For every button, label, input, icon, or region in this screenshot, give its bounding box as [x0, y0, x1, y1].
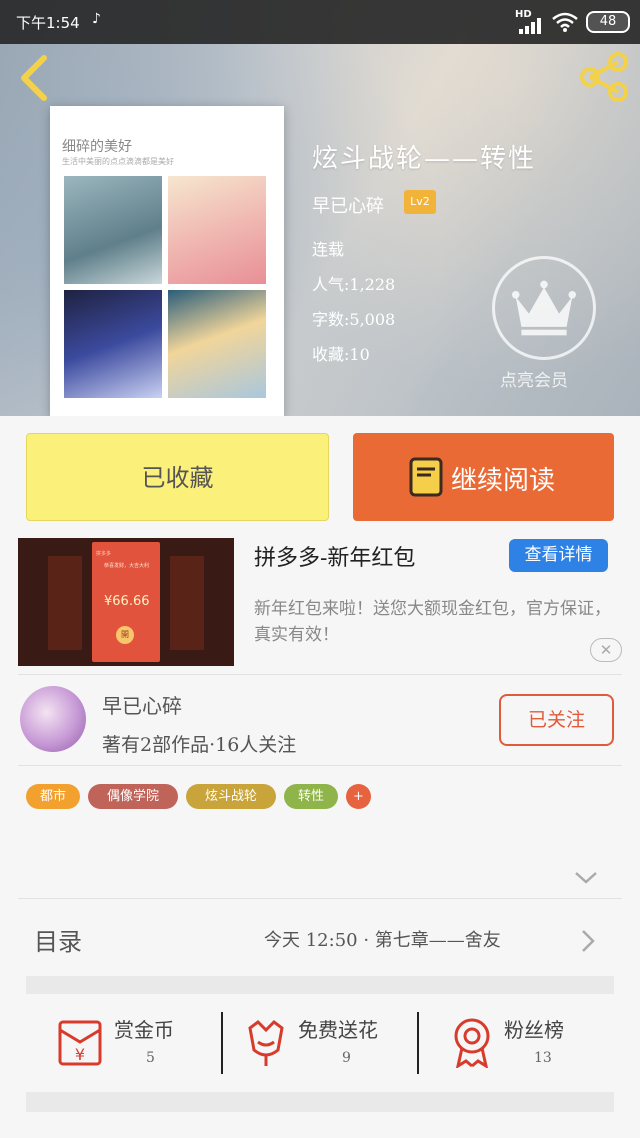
cover-artwork — [64, 176, 266, 398]
send-flowers-button[interactable]: 免费送花 9 — [242, 1010, 412, 1074]
ad-image-side — [170, 556, 204, 650]
red-envelope-icon: ¥ — [58, 1020, 102, 1066]
signal-icon — [519, 18, 541, 34]
book-word-count: 字数:5,008 — [312, 310, 396, 329]
reward-coins-button[interactable]: ¥ 赏金币 5 — [56, 1010, 206, 1074]
cover-title: 细碎的美好 — [62, 139, 132, 155]
book-author[interactable]: 早已心碎 — [312, 192, 384, 218]
action-label: 免费送花 — [298, 1018, 378, 1042]
cover-illustration — [168, 176, 266, 284]
tag-gender-swap[interactable]: 转性 — [284, 784, 338, 809]
fan-ranking-button[interactable]: 粉丝榜 13 — [448, 1010, 598, 1074]
action-count: 5 — [146, 1050, 155, 1066]
chevron-down-icon[interactable] — [574, 870, 598, 886]
ad-image-side — [48, 556, 82, 650]
book-cover[interactable]: 细碎的美好 生活中美丽的点点滴滴都是美好 — [50, 106, 284, 416]
book-title: 炫斗战轮——转性 — [312, 144, 537, 174]
wifi-icon — [552, 12, 578, 32]
ad-image-money: ¥66.66 — [104, 594, 150, 609]
action-label: 粉丝榜 — [504, 1018, 564, 1042]
continue-reading-label: 继续阅读 — [451, 466, 556, 496]
continue-reading-button[interactable]: 继续阅读 — [353, 433, 614, 521]
svg-text:¥: ¥ — [75, 1045, 85, 1064]
divider — [417, 1012, 419, 1074]
latest-chapter[interactable]: 今天 12:50 · 第七章——舍友 — [264, 926, 501, 952]
divider — [221, 1012, 223, 1074]
book-popularity: 人气:1,228 — [312, 275, 396, 294]
book-icon — [409, 457, 443, 497]
ad-image-open: 開 — [116, 626, 134, 644]
status-time: 下午1:54 — [16, 14, 80, 32]
medal-icon — [454, 1018, 490, 1068]
chevron-right-icon[interactable] — [580, 929, 596, 953]
ad-image[interactable]: 拼多多 恭喜发财，大吉大利 ¥66.66 開 — [18, 538, 234, 666]
add-tag-button[interactable]: + — [346, 784, 371, 809]
ad-description[interactable]: 新年红包来啦！送您大额现金红包，官方保证，真实有效！ — [254, 596, 624, 648]
ad-title[interactable]: 拼多多-新年红包 — [254, 540, 415, 572]
book-header: 下午1:54 ♪ HD 48 细碎的美好 生活中美丽的点点滴滴都是美好 炫斗战轮… — [0, 0, 640, 416]
author-level-badge: Lv2 — [404, 190, 436, 214]
action-label: 赏金币 — [114, 1018, 174, 1042]
vip-label[interactable]: 点亮会员 — [500, 366, 568, 391]
flower-icon — [248, 1020, 284, 1066]
share-icon[interactable] — [578, 52, 630, 102]
catalog-label[interactable]: 目录 — [34, 922, 82, 957]
section-separator — [26, 1092, 614, 1112]
cover-illustration — [168, 290, 266, 398]
ad-detail-button[interactable]: 查看详情 — [509, 539, 608, 572]
tag-idol-academy[interactable]: 偶像学院 — [88, 784, 178, 809]
ad-image-tip: 恭喜发财，大吉大利 — [104, 563, 150, 569]
divider — [18, 898, 622, 899]
cover-illustration — [64, 290, 162, 398]
action-count: 9 — [342, 1050, 351, 1066]
ad-close-button[interactable]: ✕ — [590, 638, 622, 662]
tag-battle-wheel[interactable]: 炫斗战轮 — [186, 784, 276, 809]
tag-city[interactable]: 都市 — [26, 784, 80, 809]
cover-subtitle: 生活中美丽的点点滴滴都是美好 — [62, 157, 174, 166]
section-separator — [26, 976, 614, 994]
divider — [18, 765, 622, 766]
book-status: 连载 — [312, 240, 345, 259]
battery-indicator: 48 — [586, 11, 630, 33]
cover-illustration — [64, 176, 162, 284]
author-name[interactable]: 早已心碎 — [102, 690, 182, 719]
book-favorites: 收藏:10 — [312, 345, 370, 364]
avatar[interactable] — [20, 686, 86, 752]
crown-icon[interactable] — [492, 256, 596, 360]
tiktok-icon: ♪ — [92, 11, 101, 27]
follow-button[interactable]: 已关注 — [499, 694, 614, 746]
author-stats: 著有2部作品·16人关注 — [102, 734, 297, 756]
back-arrow-icon[interactable] — [14, 54, 54, 102]
collected-button[interactable]: 已收藏 — [26, 433, 329, 521]
status-bar: 下午1:54 ♪ HD 48 — [0, 0, 640, 44]
divider — [18, 674, 622, 675]
action-count: 13 — [534, 1050, 552, 1066]
ad-image-brand: 拼多多 — [96, 551, 112, 557]
